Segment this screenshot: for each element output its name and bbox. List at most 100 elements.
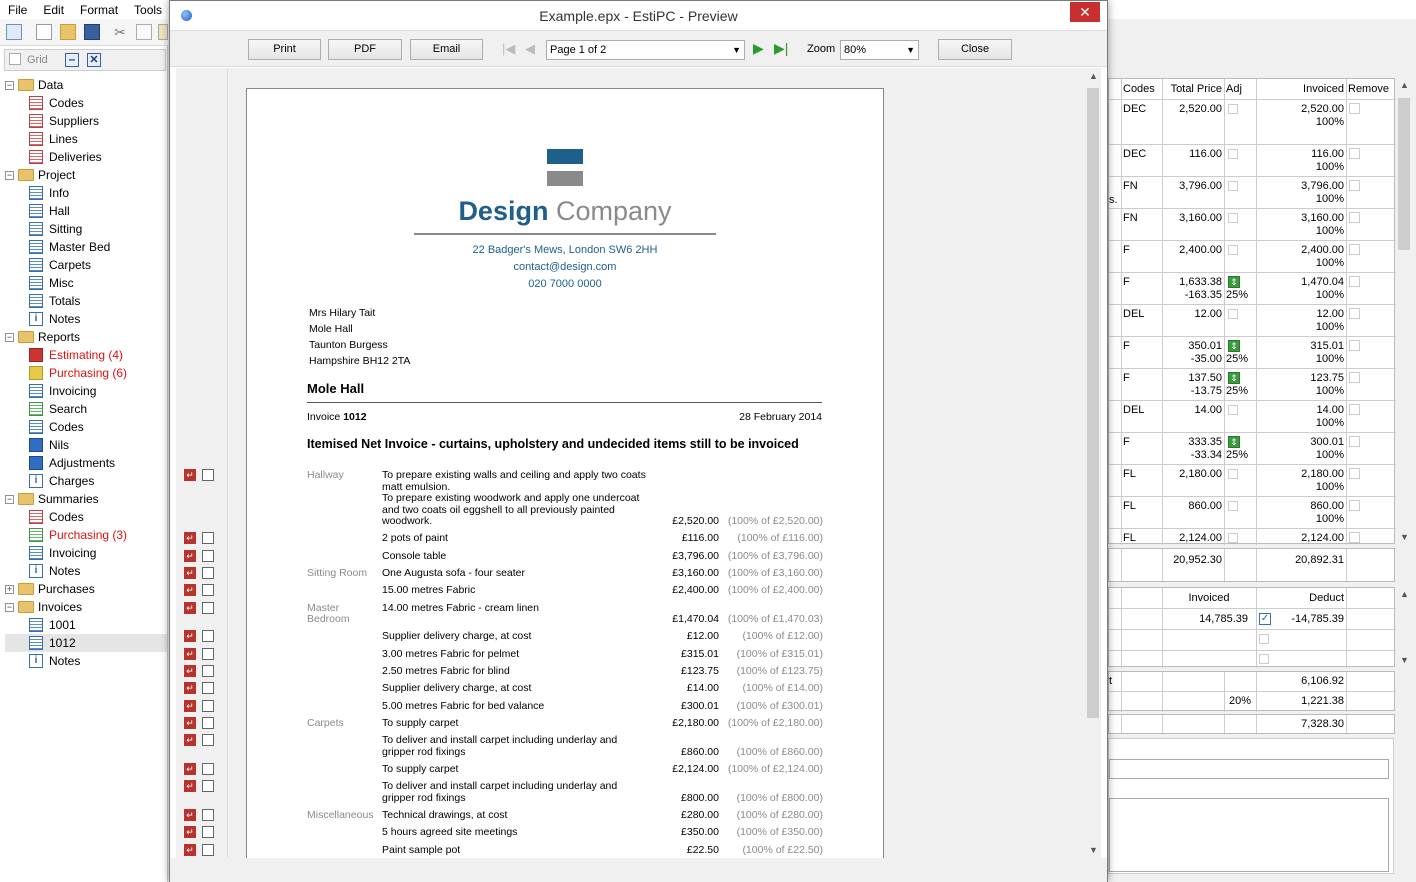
print-button[interactable]: Print [248,39,321,60]
tree-item[interactable]: Codes [29,94,84,112]
table-scrollbar[interactable]: ▲ ▼ [1396,78,1413,544]
line-checkbox[interactable] [202,734,214,747]
tree-item[interactable]: − Project [5,166,75,184]
find-icon[interactable] [6,24,22,40]
adjust-checkbox[interactable] [1228,213,1238,223]
adjust-checkbox[interactable] [1228,469,1238,479]
preview-hscrollbar[interactable] [170,858,1107,882]
notes-textarea[interactable] [1109,798,1389,872]
remove-checkbox[interactable] [1349,180,1360,191]
collapse-icon[interactable]: − [5,170,14,180]
zoom-select[interactable]: 80% ▼ [840,40,919,60]
return-icon[interactable]: ↵ [184,826,196,839]
tree-item[interactable]: i Notes [29,310,80,328]
tree-item[interactable]: Master Bed [29,238,110,256]
return-icon[interactable]: ↵ [184,630,196,643]
tree-item[interactable]: Sitting [29,220,82,238]
column-header[interactable]: Total Price [1164,83,1222,95]
scroll-thumb[interactable] [1398,98,1410,250]
tree-item[interactable]: Suppliers [29,112,99,130]
tree-item[interactable]: Info [29,184,69,202]
remove-checkbox[interactable] [1349,212,1360,223]
collapse-icon[interactable]: − [5,80,14,90]
return-icon[interactable]: ↵ [184,716,196,729]
last-page-icon[interactable]: ▶| [774,40,788,57]
return-icon[interactable]: ↵ [184,584,196,597]
tree-item[interactable]: Deliveries [29,148,102,166]
scroll-thumb[interactable] [1087,88,1099,718]
return-icon[interactable]: ↵ [184,809,196,821]
return-icon[interactable]: ↵ [184,647,196,660]
notes-input[interactable] [1109,759,1389,779]
adjust-checkbox[interactable] [1228,309,1238,319]
menu-tools[interactable]: Tools [126,3,170,17]
expand-icon[interactable]: + [5,584,14,594]
tree-item[interactable]: Totals [29,292,80,310]
column-header[interactable]: Adj [1226,83,1254,95]
menu-edit[interactable]: Edit [35,3,72,17]
return-icon[interactable]: ↵ [184,566,196,579]
prev-page-icon[interactable]: ◀ [525,41,535,57]
tree-item[interactable]: Hall [29,202,70,220]
tree-item[interactable]: i Notes [29,652,80,670]
adjust-checkbox[interactable] [1228,501,1238,511]
column-header[interactable]: Codes [1123,83,1162,95]
collapse-icon[interactable]: – [65,53,79,67]
remove-checkbox[interactable] [1349,372,1360,383]
adjust-checkbox[interactable] [1228,533,1238,543]
line-checkbox[interactable] [202,664,214,677]
remove-checkbox[interactable] [1349,340,1360,351]
next-page-icon[interactable]: ▶ [753,40,764,57]
pdf-button[interactable]: PDF [328,39,402,60]
return-icon[interactable]: ↵ [184,532,196,545]
adjust-checkbox[interactable] [1228,181,1238,191]
line-checkbox[interactable] [202,699,214,712]
return-icon[interactable]: ↵ [184,664,196,677]
line-checkbox[interactable] [202,809,214,821]
line-checkbox[interactable] [202,630,214,643]
line-checkbox[interactable] [202,843,214,856]
preview-scrollbar[interactable]: ▲ ▼ [1085,68,1101,858]
tree-item[interactable]: − Summaries [5,490,99,508]
return-icon[interactable]: ↵ [184,762,196,775]
adjust-icon[interactable]: ⇕ [1228,340,1240,352]
scroll-down-icon[interactable]: ▼ [1400,655,1409,665]
tree-item[interactable]: Carpets [29,256,91,274]
open-folder-icon[interactable] [60,24,76,40]
remove-checkbox[interactable] [1349,500,1360,511]
return-icon[interactable]: ↵ [184,549,196,562]
menu-format[interactable]: Format [72,3,126,17]
menu-file[interactable]: File [0,3,35,17]
grid-label[interactable]: Grid [27,54,48,66]
line-checkbox[interactable] [202,716,214,729]
remove-checkbox[interactable] [1349,308,1360,319]
adjust-checkbox[interactable] [1228,104,1238,114]
adjust-icon[interactable]: ⇕ [1228,372,1240,384]
close-icon[interactable]: ✕ [87,53,101,67]
remove-checkbox[interactable] [1349,532,1360,543]
line-checkbox[interactable] [202,647,214,660]
new-file-icon[interactable] [36,24,52,40]
remove-checkbox[interactable] [1349,244,1360,255]
remove-checkbox[interactable] [1349,436,1360,447]
paste-icon[interactable] [158,24,168,40]
tree-item[interactable]: 1001 [29,616,76,634]
window-close-button[interactable]: ✕ [1070,2,1100,22]
tree-item[interactable]: Purchasing (3) [29,526,127,544]
collapse-icon[interactable]: − [5,494,14,504]
column-header[interactable]: Invoiced [1258,83,1344,95]
adjust-icon[interactable]: ⇕ [1228,276,1240,288]
return-icon[interactable]: ↵ [184,682,196,695]
line-checkbox[interactable] [202,549,214,562]
remove-checkbox[interactable] [1349,148,1360,159]
remove-checkbox[interactable] [1349,103,1360,114]
return-icon[interactable]: ↵ [184,469,196,481]
adjust-checkbox[interactable] [1228,245,1238,255]
scroll-down-icon[interactable]: ▼ [1089,845,1098,855]
tree-item[interactable]: Lines [29,130,78,148]
scroll-down-icon[interactable]: ▼ [1400,532,1409,542]
line-checkbox[interactable] [202,532,214,545]
tree-item[interactable]: Codes [29,418,84,436]
tree-item[interactable]: Search [29,400,87,418]
line-checkbox[interactable] [202,469,214,481]
